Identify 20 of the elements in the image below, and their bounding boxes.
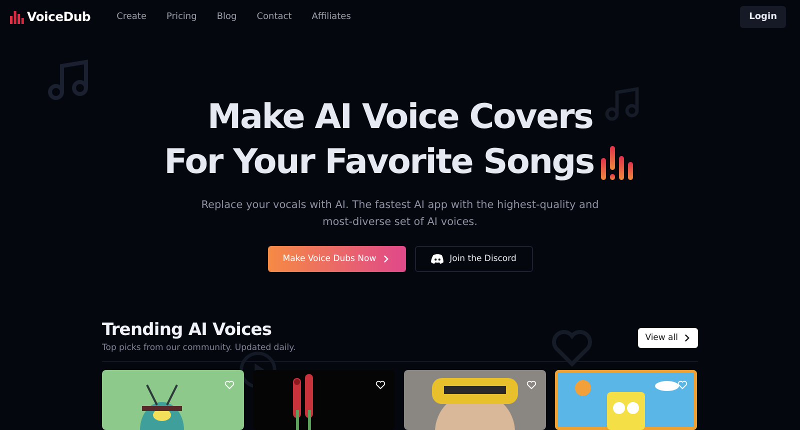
hero-title: Make AI Voice Covers (207, 96, 593, 139)
view-all-button[interactable]: View all (638, 328, 698, 348)
sound-bars-icon (600, 144, 636, 182)
nav-link[interactable]: Affiliates (312, 12, 351, 22)
section-title: Trending AI Voices (102, 320, 273, 340)
chevron-right-icon (382, 255, 390, 263)
nav-link[interactable]: Create (116, 12, 146, 22)
brand-name[interactable]: VoiceDub (27, 9, 91, 24)
hero-title: For Your Favorite Songs (164, 141, 594, 184)
section-subtitle: Top picks from our community. Updated daily. (102, 343, 296, 353)
hero-subtitle: Replace your vocals with AI. The fastest AI app with the highest-quality and most-diverse set of AI voices. (200, 198, 600, 230)
chevron-right-icon (683, 334, 691, 342)
discord-icon (430, 254, 444, 264)
heart-icon[interactable] (375, 379, 386, 390)
logo-icon (10, 10, 24, 24)
discord-button[interactable]: Join the Discord (414, 246, 532, 272)
login-button[interactable]: Login (740, 6, 786, 28)
nav-link[interactable]: Blog (216, 12, 237, 22)
nav-link[interactable]: Pricing (166, 12, 197, 22)
nav-link[interactable]: Contact (256, 12, 292, 22)
